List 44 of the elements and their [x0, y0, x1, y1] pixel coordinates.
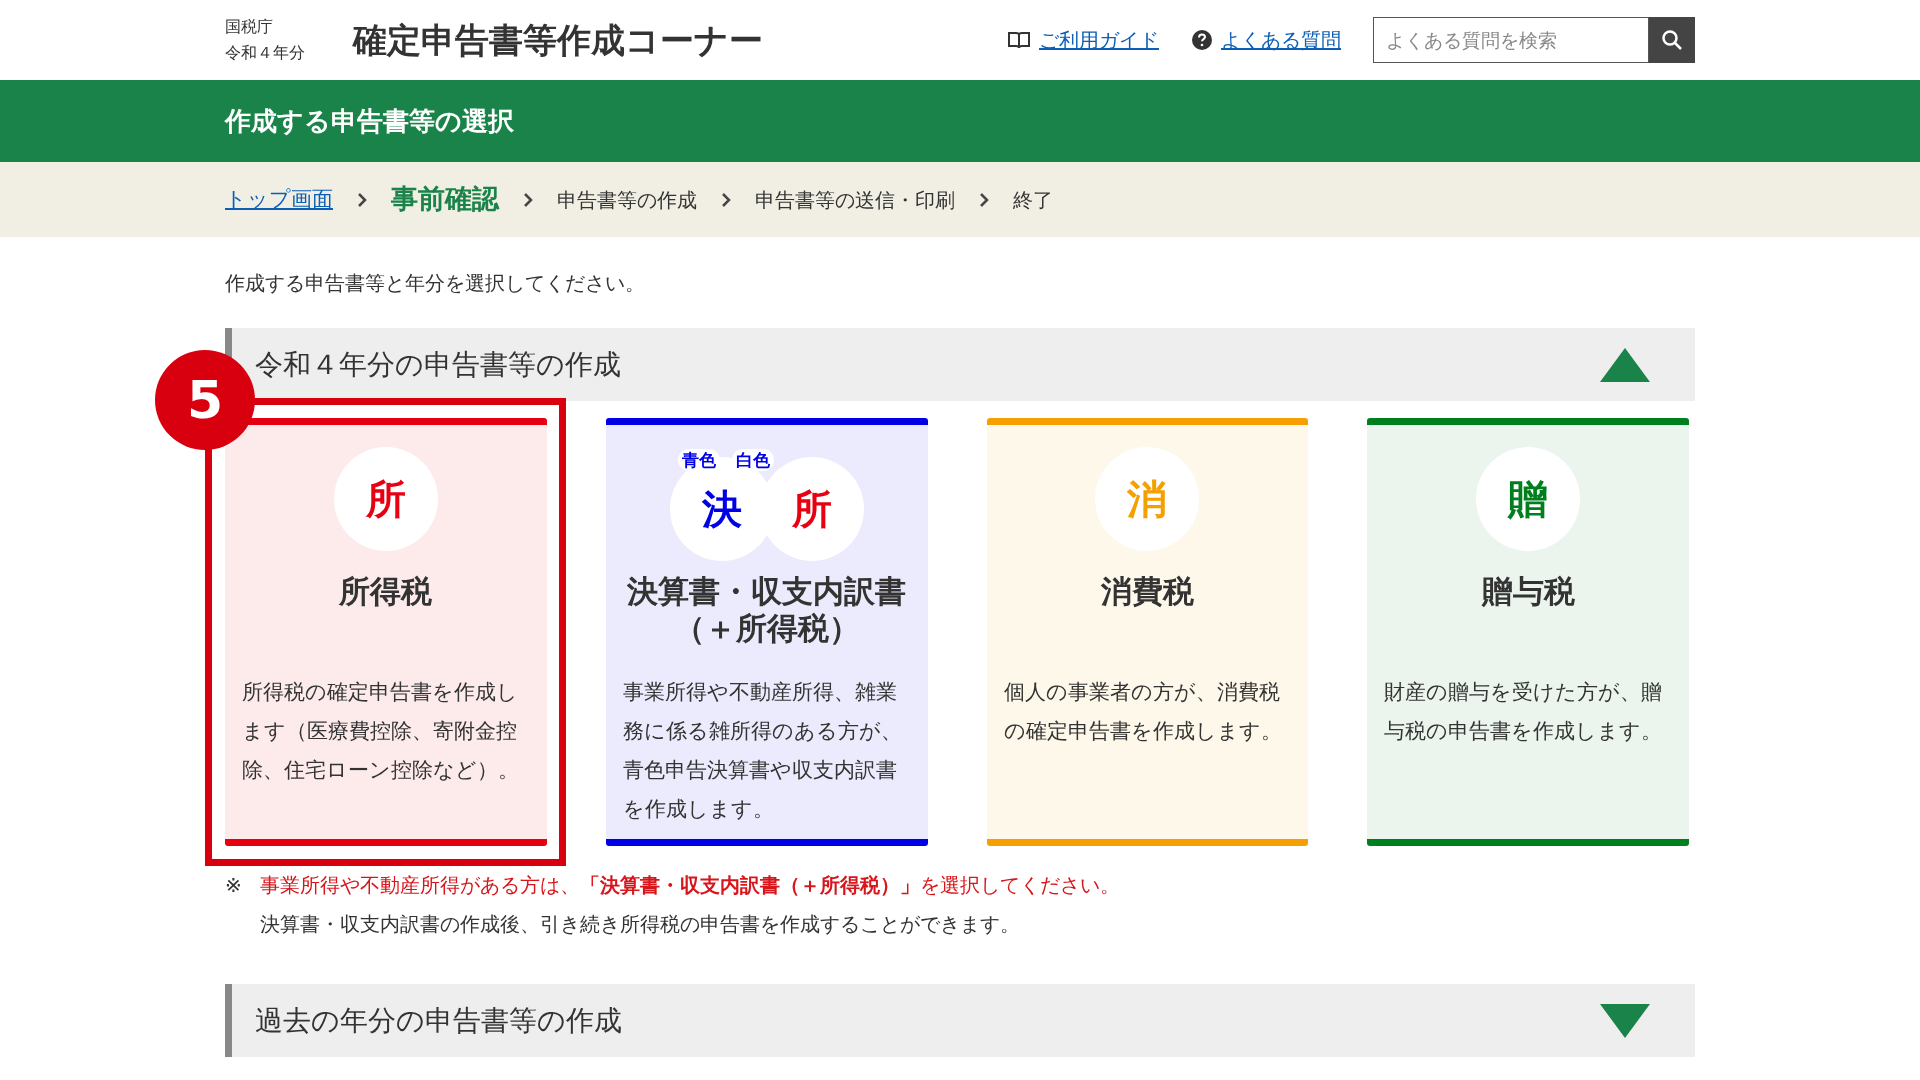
section-header[interactable]: 過去の年分の申告書等の作成: [225, 984, 1695, 1057]
breadcrumb-step: 終了: [1013, 184, 1053, 215]
chevron-icon: [523, 191, 533, 208]
tax-form-card[interactable]: 所 所得税 所得税の確定申告書を作成します（医療費控除、寄附金控除、住宅ローン控除など）。: [225, 418, 547, 846]
tax-symbol: 贈: [1476, 447, 1581, 551]
link[interactable]: ご利用ガイド: [1039, 25, 1159, 55]
page-heading: 作成する申告書等の選択: [225, 104, 515, 138]
breadcrumb-step: 申告書等の送信・印刷: [755, 184, 955, 215]
step-number-badge: 5: [155, 350, 255, 450]
tax-form-card[interactable]: 消 消費税 個人の事業者の方が、消費税の確定申告書を作成します。: [986, 418, 1309, 846]
note-mark: ※: [225, 872, 243, 899]
search-icon: [1661, 29, 1683, 51]
section-header[interactable]: 令和４年分の申告書等の作成: [225, 328, 1695, 401]
site-title: 確定申告書等作成コーナー: [353, 18, 764, 62]
tax-symbol: 所: [333, 447, 438, 551]
note-text: 決算書・収支内訳書の作成後、引き続き所得税の申告書を作成することができます。: [260, 911, 1021, 938]
tax-form-card[interactable]: 贈 贈与税 財産の贈与を受けた方が、贈与税の申告書を作成します。: [1367, 418, 1689, 846]
expand-triangle-icon: [1600, 1003, 1650, 1038]
card-description: 財産の贈与を受けた方が、贈与税の申告書を作成します。: [1384, 679, 1664, 745]
card-title: 消費税: [1099, 573, 1195, 610]
tax-symbol: 消: [1095, 447, 1200, 551]
card-title: 決算書・収支内訳書（＋所得税）: [626, 573, 908, 647]
help-icon: [1191, 29, 1213, 51]
chevron-icon: [357, 191, 367, 208]
book-icon: [1007, 30, 1031, 50]
card-title: 贈与税: [1480, 573, 1576, 610]
agency-name: 国税庁: [225, 16, 274, 38]
search-field[interactable]: よくある質問を検索: [1373, 17, 1649, 63]
warning-text: 事業所得や不動産所得がある方は、「決算書・収支内訳書（＋所得税）」を選択してください。: [260, 872, 1120, 899]
link[interactable]: よくある質問: [1221, 25, 1341, 55]
breadcrumb-step: 申告書等の作成: [557, 184, 697, 215]
instruction-text: 作成する申告書等と年分を選択してください。: [225, 270, 646, 297]
chevron-icon: [721, 191, 731, 208]
card-description: 事業所得や不動産所得、雑業務に係る雑所得のある方が、青色申告決算書や収支内訳書を作成します。: [622, 679, 903, 823]
card-title: 所得税: [338, 573, 434, 610]
card-description: 個人の事業者の方が、消費税の確定申告書を作成します。: [1003, 679, 1283, 745]
chevron-icon: [979, 191, 989, 208]
tax-year: 令和４年分: [225, 42, 305, 64]
collapse-triangle-icon: [1600, 347, 1650, 382]
search-button[interactable]: [1649, 17, 1695, 63]
breadcrumb-step: 事前確認: [391, 179, 499, 220]
form-type-tag: 青色: [677, 449, 720, 471]
breadcrumb-link[interactable]: トップ画面: [225, 183, 333, 216]
card-description: 所得税の確定申告書を作成します（医療費控除、寄附金控除、住宅ローン控除など）。: [242, 679, 520, 784]
